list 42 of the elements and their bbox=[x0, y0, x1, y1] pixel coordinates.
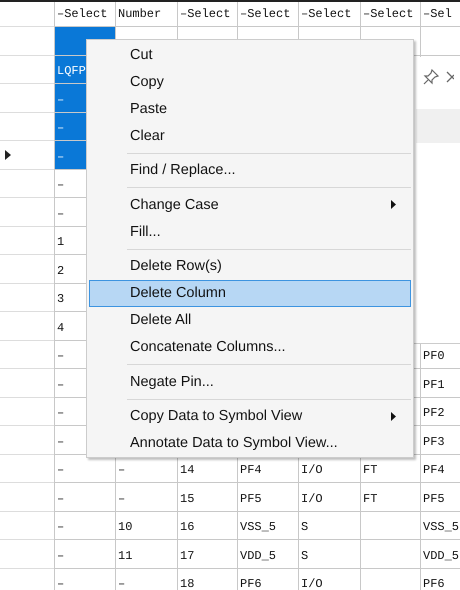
table-cell: PF5 bbox=[420, 483, 460, 512]
table-cell: – bbox=[115, 483, 177, 512]
table-cell: 15 bbox=[177, 483, 237, 512]
table-cell: – bbox=[54, 568, 115, 590]
table-cell: 10 bbox=[115, 512, 177, 540]
column-header[interactable]: –Select bbox=[177, 2, 237, 27]
table-cell: S bbox=[298, 540, 360, 568]
table-cell: FT bbox=[360, 483, 420, 512]
table-cell: PF4 bbox=[420, 454, 460, 483]
column-header[interactable]: –Select bbox=[298, 2, 360, 27]
table-cell: PF2 bbox=[420, 398, 460, 426]
table-cell: – bbox=[115, 568, 177, 590]
table-cell: I/O bbox=[298, 568, 360, 590]
table-cell: – bbox=[54, 512, 115, 540]
row-indicator-icon bbox=[5, 150, 11, 160]
table-cell: 16 bbox=[177, 512, 237, 540]
table-cell: PF1 bbox=[420, 369, 460, 398]
pin-icon[interactable] bbox=[422, 68, 440, 86]
table-cell: VDD_5 bbox=[420, 540, 460, 568]
table-cell: 11 bbox=[115, 540, 177, 568]
table-cell: – bbox=[54, 483, 115, 512]
table-cell: VDD_5 bbox=[237, 540, 298, 568]
table-cell: PF5 bbox=[237, 483, 298, 512]
table-cell: I/O bbox=[298, 483, 360, 512]
table-cell: PF6 bbox=[237, 568, 298, 590]
table-cell: VSS_5 bbox=[237, 512, 298, 540]
table-cell: VSS_5 bbox=[420, 512, 460, 540]
panel-strip bbox=[416, 109, 460, 143]
column-header[interactable]: Number bbox=[115, 2, 177, 27]
close-icon[interactable] bbox=[446, 71, 454, 83]
column-header[interactable]: –Sel bbox=[420, 2, 460, 27]
table-cell: 17 bbox=[177, 540, 237, 568]
table-cell bbox=[360, 540, 420, 568]
table-cell: – bbox=[54, 540, 115, 568]
column-header[interactable]: –Select bbox=[360, 2, 420, 27]
table-cell bbox=[360, 512, 420, 540]
menu-item[interactable]: Delete Column bbox=[89, 280, 411, 306]
column-header[interactable]: –Select bbox=[237, 2, 298, 27]
table-cell: 18 bbox=[177, 568, 237, 590]
table-cell: PF6 bbox=[420, 568, 460, 590]
table-cell: S bbox=[298, 512, 360, 540]
table-cell: PF3 bbox=[420, 426, 460, 454]
